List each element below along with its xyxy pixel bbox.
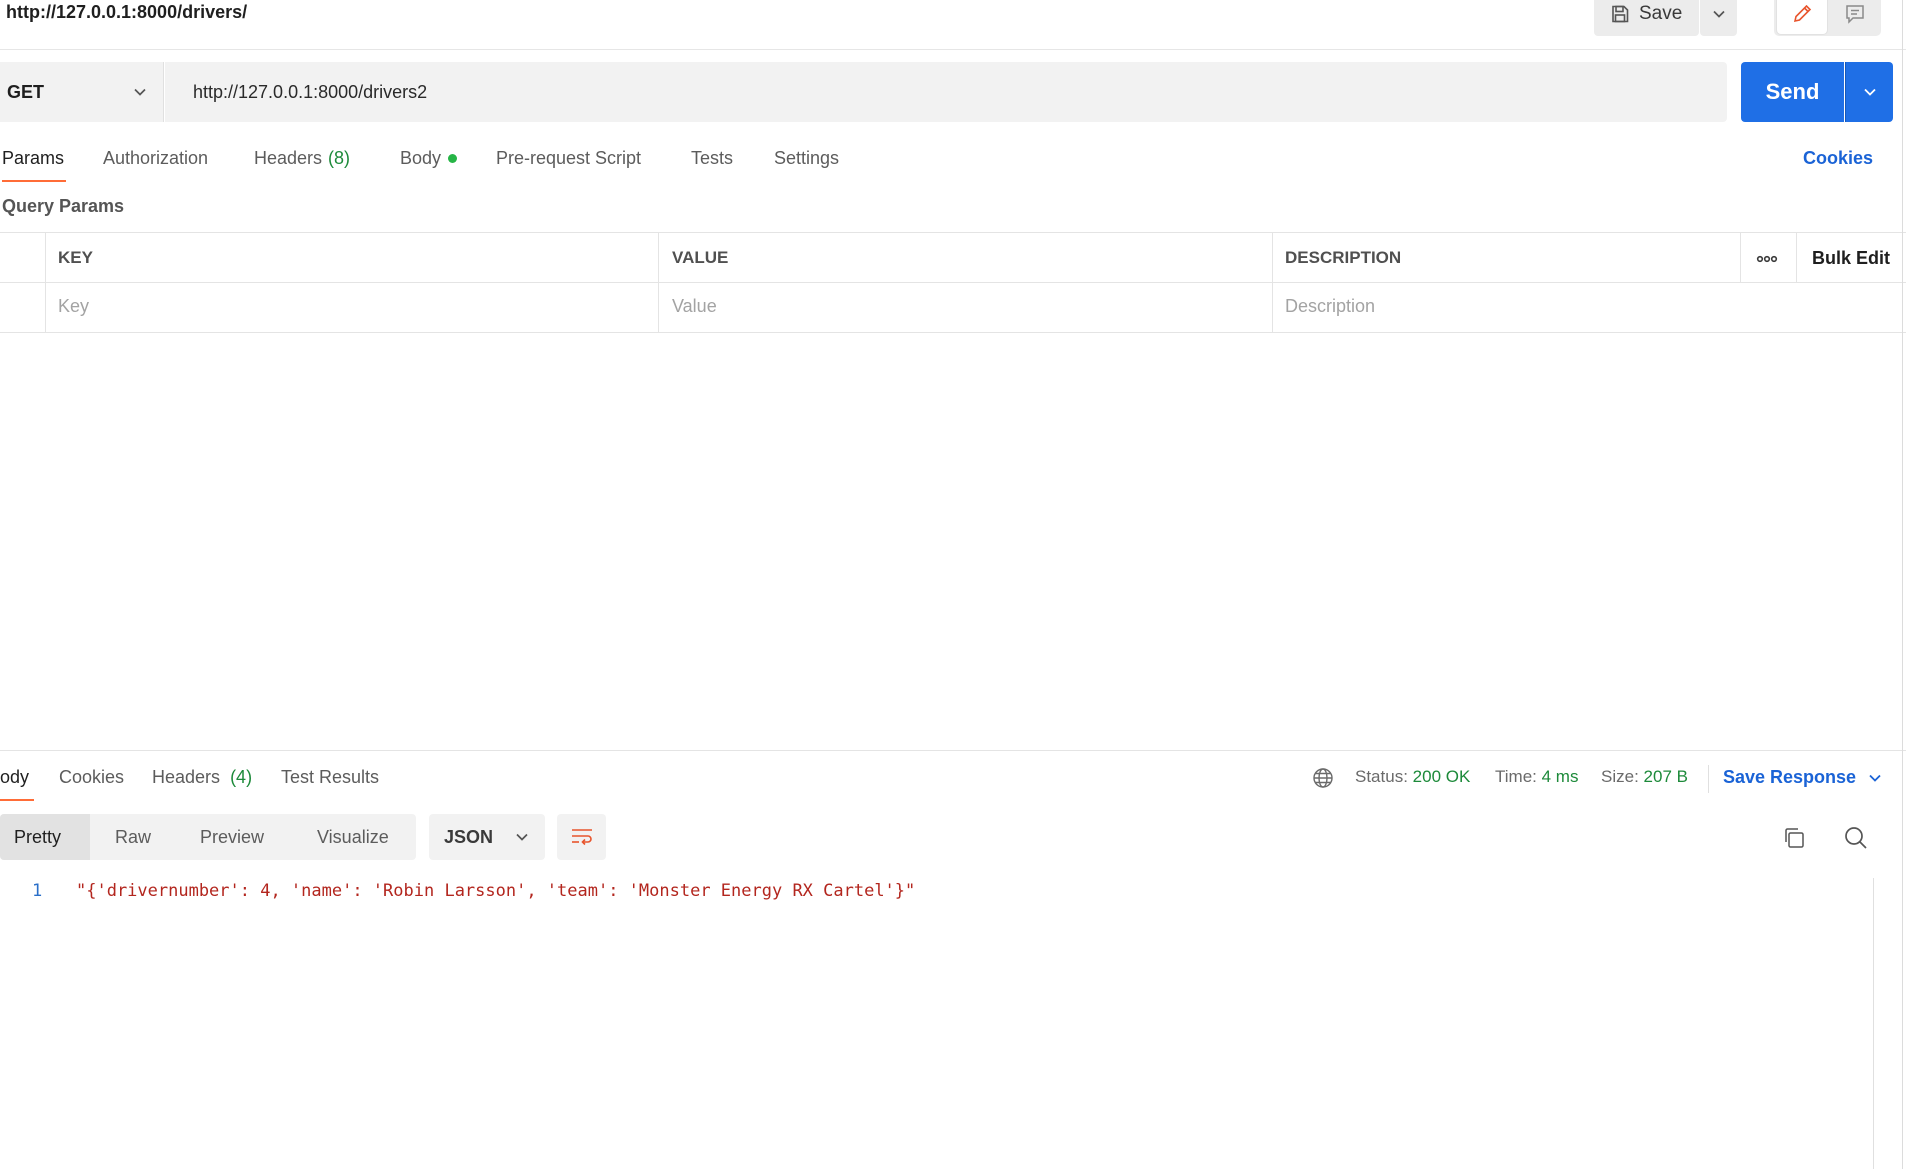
language-select[interactable]: JSON xyxy=(429,814,545,860)
column-header-value: VALUE xyxy=(672,248,729,267)
table-border-top xyxy=(0,232,1906,233)
request-title[interactable]: http://127.0.0.1:8000/drivers/ xyxy=(6,2,247,23)
globe-icon[interactable] xyxy=(1312,767,1334,789)
wrap-lines-button[interactable] xyxy=(557,814,606,860)
header-divider xyxy=(0,49,1906,50)
tab-headers[interactable]: Headers (8) xyxy=(254,148,350,169)
chevron-down-icon xyxy=(1712,9,1726,19)
tab-params[interactable]: Params xyxy=(2,148,64,169)
response-divider xyxy=(0,750,1906,751)
code-scrollbar-track[interactable] xyxy=(1873,878,1874,1169)
pencil-icon xyxy=(1791,3,1813,25)
chevron-down-icon xyxy=(515,832,529,842)
meta-separator xyxy=(1708,765,1709,793)
size-label: Size: xyxy=(1601,767,1639,786)
table-col-divider xyxy=(658,232,659,332)
size-value: 207 B xyxy=(1643,767,1688,786)
column-header-description: DESCRIPTION xyxy=(1285,248,1402,267)
table-col-divider xyxy=(45,232,46,332)
chevron-down-icon xyxy=(1868,773,1882,783)
save-icon xyxy=(1610,4,1630,24)
response-tab-body[interactable]: ody xyxy=(0,767,29,788)
comments-button[interactable] xyxy=(1831,0,1879,34)
value-input[interactable]: Value xyxy=(672,296,717,317)
tab-settings[interactable]: Settings xyxy=(774,148,839,169)
response-status: Status: 200 OK xyxy=(1355,767,1470,787)
comment-icon xyxy=(1844,3,1866,25)
view-raw[interactable]: Raw xyxy=(115,814,151,860)
send-options-button[interactable] xyxy=(1845,62,1893,122)
save-button[interactable]: Save xyxy=(1594,0,1699,36)
method-label: GET xyxy=(7,81,45,102)
status-value: 200 OK xyxy=(1412,767,1471,786)
search-icon[interactable] xyxy=(1843,825,1869,851)
cookies-link[interactable]: Cookies xyxy=(1803,148,1873,169)
url-input[interactable]: http://127.0.0.1:8000/drivers2 xyxy=(165,62,1727,122)
tab-authorization[interactable]: Authorization xyxy=(103,148,208,169)
response-tab-headers[interactable]: Headers (4) xyxy=(152,767,252,788)
response-tab-cookies[interactable]: Cookies xyxy=(59,767,124,788)
url-text: http://127.0.0.1:8000/drivers2 xyxy=(193,81,428,102)
save-options-button[interactable] xyxy=(1700,0,1737,36)
save-response-button[interactable]: Save Response xyxy=(1723,767,1882,788)
more-horizontal-icon[interactable] xyxy=(1756,254,1778,264)
wrap-lines-icon xyxy=(570,827,594,847)
tab-headers-count: (8) xyxy=(328,148,351,168)
line-number: 1 xyxy=(32,881,43,901)
time-value: 4 ms xyxy=(1541,767,1579,786)
tab-body[interactable]: Body xyxy=(400,148,458,169)
table-col-divider xyxy=(1740,232,1741,282)
send-label: Send xyxy=(1765,79,1820,104)
query-params-heading: Query Params xyxy=(2,196,125,216)
table-col-divider xyxy=(1796,232,1797,282)
response-tab-headers-count: (4) xyxy=(230,767,253,787)
language-label: JSON xyxy=(444,826,494,847)
save-response-label: Save Response xyxy=(1723,767,1857,787)
response-time: Time: 4 ms xyxy=(1495,767,1578,787)
column-header-key: KEY xyxy=(58,248,93,267)
view-visualize[interactable]: Visualize xyxy=(317,814,389,860)
tab-headers-label: Headers xyxy=(254,148,323,168)
view-pretty[interactable]: Pretty xyxy=(0,814,90,860)
response-active-tab-indicator xyxy=(0,799,34,801)
send-button[interactable]: Send xyxy=(1741,62,1844,122)
response-tab-test-results[interactable]: Test Results xyxy=(281,767,379,788)
method-select[interactable]: GET xyxy=(0,62,164,122)
response-tab-headers-label: Headers xyxy=(152,767,221,787)
save-label: Save xyxy=(1639,3,1683,24)
time-label: Time: xyxy=(1495,767,1537,786)
table-border-bottom xyxy=(0,332,1906,333)
tab-pre-request-script[interactable]: Pre-request Script xyxy=(496,148,641,169)
tab-body-label: Body xyxy=(400,148,442,168)
view-preview[interactable]: Preview xyxy=(200,814,264,860)
bulk-edit-button[interactable]: Bulk Edit xyxy=(1812,248,1890,269)
edit-mode-button[interactable] xyxy=(1777,0,1827,34)
chevron-down-icon xyxy=(1863,87,1877,97)
key-input[interactable]: Key xyxy=(58,296,89,317)
response-size: Size: 207 B xyxy=(1601,767,1688,787)
active-tab-indicator xyxy=(2,180,66,182)
copy-icon[interactable] xyxy=(1782,826,1806,850)
description-input[interactable]: Description xyxy=(1285,296,1375,317)
response-body-code[interactable]: "{'drivernumber': 4, 'name': 'Robin Lars… xyxy=(76,881,915,901)
body-indicator-dot xyxy=(448,154,458,163)
table-border-header xyxy=(0,282,1906,283)
window-edge xyxy=(1902,0,1903,1169)
tab-tests[interactable]: Tests xyxy=(691,148,733,169)
chevron-down-icon xyxy=(133,87,147,97)
status-label: Status: xyxy=(1355,767,1408,786)
table-col-divider xyxy=(1272,232,1273,332)
